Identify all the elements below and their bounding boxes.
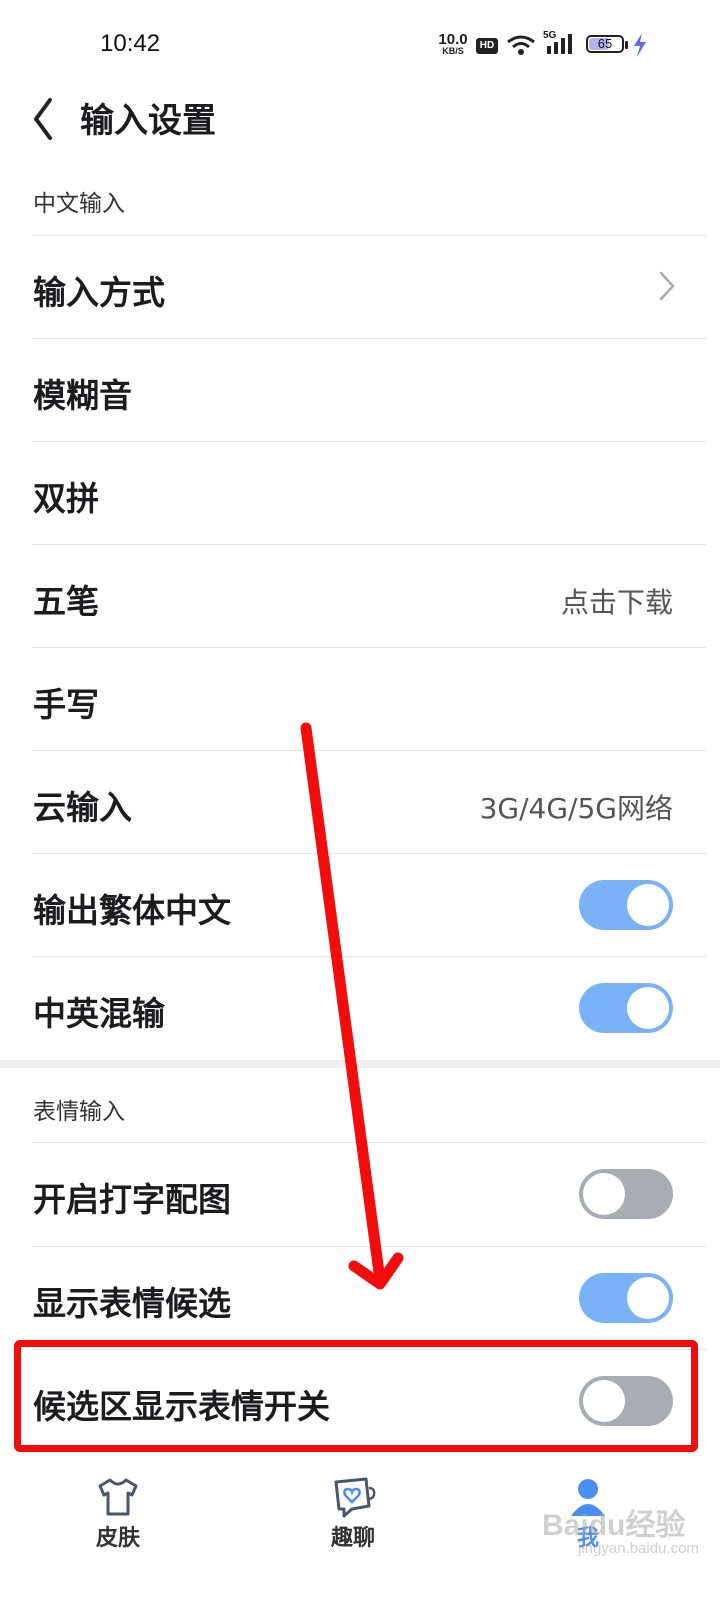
hd-badge: HD bbox=[476, 38, 498, 54]
setting-label: 云输入 bbox=[33, 788, 132, 827]
setting-row-typing-images: 开启打字配图 bbox=[0, 1143, 720, 1246]
setting-label: 双拼 bbox=[33, 479, 99, 518]
setting-row-traditional-chinese: 输出繁体中文 bbox=[0, 854, 720, 957]
setting-label: 输入方式 bbox=[33, 273, 165, 312]
battery-icon: 65 bbox=[586, 35, 628, 53]
setting-label: 手写 bbox=[33, 685, 99, 724]
net-speed-value: 10.0 bbox=[438, 31, 468, 48]
wifi-icon bbox=[507, 35, 535, 55]
tab-label: 趣聊 bbox=[330, 1526, 375, 1551]
setting-label: 候选区显示表情开关 bbox=[33, 1387, 330, 1426]
tab-skin[interactable]: 皮肤 bbox=[48, 1476, 188, 1552]
chat-heart-icon bbox=[334, 1477, 376, 1518]
setting-value: 3G/4G/5G网络 bbox=[479, 792, 673, 825]
cell-signal-icon bbox=[547, 34, 572, 54]
candidate-emoji-toggle[interactable] bbox=[579, 1376, 673, 1426]
download-link[interactable]: 点击下载 bbox=[561, 581, 673, 621]
net-speed-unit: KB/S bbox=[442, 46, 464, 56]
toggle-knob bbox=[583, 1380, 625, 1422]
section-label-chinese-input: 中文输入 bbox=[33, 191, 125, 217]
chevron-left-icon[interactable] bbox=[30, 96, 56, 142]
setting-label: 开启打字配图 bbox=[33, 1180, 231, 1219]
setting-row-emoji-candidates: 显示表情候选 bbox=[0, 1247, 720, 1350]
tab-label: 我 bbox=[576, 1526, 599, 1551]
setting-row-wubi[interactable]: 五笔 点击下载 bbox=[0, 545, 720, 648]
setting-label: 模糊音 bbox=[33, 376, 132, 415]
toggle-knob bbox=[583, 1173, 625, 1215]
typing-images-toggle[interactable] bbox=[579, 1169, 673, 1219]
section-separator bbox=[0, 1060, 720, 1068]
tshirt-icon bbox=[98, 1478, 138, 1516]
toggle-knob bbox=[627, 884, 669, 926]
bottom-tab-bar: 皮肤 趣聊 我 bbox=[0, 1458, 720, 1600]
setting-label: 五笔 bbox=[33, 582, 99, 621]
tab-me[interactable]: 我 bbox=[518, 1476, 658, 1552]
status-bar: 10:42 10.0 KB/S HD 5G 65 bbox=[0, 0, 720, 90]
charging-bolt-icon bbox=[634, 33, 646, 57]
mixed-input-toggle[interactable] bbox=[579, 983, 673, 1033]
setting-row-cloud-input[interactable]: 云输入 3G/4G/5G网络 bbox=[0, 751, 720, 854]
setting-label: 中英混输 bbox=[33, 994, 165, 1033]
battery-nub bbox=[625, 41, 628, 49]
setting-row-candidate-emoji-switch: 候选区显示表情开关 bbox=[0, 1350, 720, 1453]
tab-chat[interactable]: 趣聊 bbox=[283, 1476, 423, 1552]
battery-level: 65 bbox=[597, 36, 613, 51]
status-time: 10:42 bbox=[100, 30, 161, 57]
emoji-candidates-toggle[interactable] bbox=[579, 1273, 673, 1323]
page-header: 输入设置 bbox=[0, 90, 720, 150]
tab-label: 皮肤 bbox=[95, 1526, 140, 1551]
toggle-knob bbox=[627, 1277, 669, 1319]
net-speed: 10.0 KB/S bbox=[436, 32, 470, 56]
section-label-emoji-input: 表情输入 bbox=[33, 1099, 125, 1125]
setting-label: 显示表情候选 bbox=[33, 1284, 231, 1323]
toggle-knob bbox=[627, 987, 669, 1029]
setting-row-handwriting[interactable]: 手写 bbox=[0, 648, 720, 751]
setting-label: 输出繁体中文 bbox=[33, 891, 231, 930]
setting-row-mixed-input: 中英混输 bbox=[0, 957, 720, 1060]
user-icon bbox=[571, 1479, 605, 1516]
setting-row-shuangpin[interactable]: 双拼 bbox=[0, 442, 720, 545]
traditional-chinese-toggle[interactable] bbox=[579, 880, 673, 930]
chevron-right-icon bbox=[659, 271, 675, 301]
page-title: 输入设置 bbox=[80, 101, 216, 141]
setting-row-input-method[interactable]: 输入方式 bbox=[0, 236, 720, 339]
setting-row-fuzzy-pinyin[interactable]: 模糊音 bbox=[0, 339, 720, 442]
